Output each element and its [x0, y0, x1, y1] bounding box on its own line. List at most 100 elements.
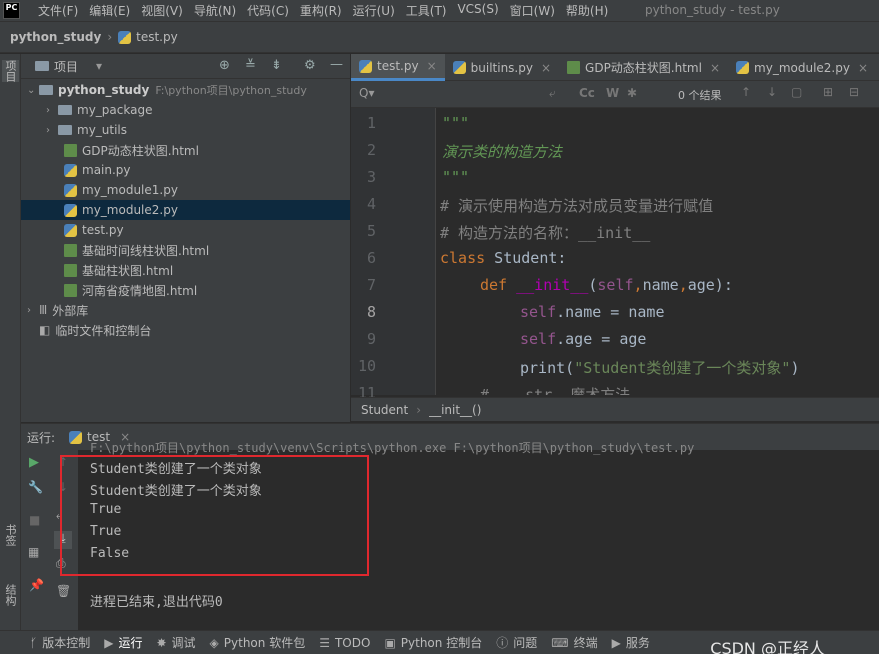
replace-icon[interactable]: ⤶ [549, 86, 556, 101]
tree-item-label: GDP动态柱状图.html [82, 143, 199, 158]
tree-item[interactable]: 基础时间线柱状图.html [21, 240, 350, 260]
stop-icon[interactable]: ■ [29, 513, 40, 527]
python-file-icon [736, 61, 750, 74]
chevron-right-icon[interactable]: › [46, 105, 58, 116]
html-file-icon [64, 263, 77, 277]
chevron-right-icon[interactable]: › [46, 125, 58, 136]
bottom-tab-label: 问题 [513, 636, 538, 650]
code-editor[interactable]: """ 演示类的构造方法 """ # 演示使用构造方法对成员变量进行赋值 # 构… [436, 108, 879, 395]
bottom-tab[interactable]: ⓘ 问题 [496, 634, 537, 651]
tree-item[interactable]: GDP动态柱状图.html [21, 140, 350, 160]
words-icon[interactable]: W [606, 86, 619, 100]
collapse-all-icon[interactable]: ⇟ [271, 58, 282, 73]
structure-tool-tab[interactable]: 结构 [2, 584, 19, 606]
menu-item[interactable]: 重构(R) [300, 2, 342, 19]
menu-item[interactable]: 视图(V) [141, 2, 183, 19]
project-panel-title[interactable]: 项目 [54, 58, 78, 75]
hide-icon[interactable]: — [330, 57, 343, 72]
nav-file[interactable]: test.py [136, 30, 178, 44]
gear-icon[interactable]: ⚙ [304, 58, 316, 73]
bottom-tab[interactable]: ▣ Python 控制台 [384, 634, 482, 651]
run-icon: ▶ [104, 635, 114, 650]
branch-icon: ᚶ [30, 635, 38, 650]
tree-item[interactable]: › my_package [21, 100, 350, 120]
find-bar: Q▾ ⤶ Cc W ✱ 0 个结果 ↑ ↓ ▢ ⊞ ⊟ [351, 81, 879, 108]
breadcrumb-class[interactable]: Student [361, 403, 408, 417]
scratches-and-consoles[interactable]: ◧ 临时文件和控制台 [39, 320, 151, 340]
tree-item[interactable]: 基础柱状图.html [21, 260, 350, 280]
layout-icon[interactable]: ▦ [28, 545, 39, 559]
external-libraries[interactable]: › Ⅲ 外部库 [27, 300, 88, 320]
bottom-tab[interactable]: ᚶ 版本控制 [30, 634, 90, 651]
breadcrumb-method[interactable]: __init__() [429, 403, 481, 417]
code-line-8: self.name = name [520, 303, 665, 321]
wrench-icon[interactable]: 🔧 [28, 480, 43, 494]
menu-item[interactable]: 文件(F) [38, 2, 78, 19]
menu-item[interactable]: 工具(T) [406, 2, 447, 19]
rerun-icon[interactable]: ▶ [29, 455, 39, 470]
bottom-tab[interactable]: ▶ 运行 [104, 634, 142, 651]
tree-item[interactable]: main.py [21, 160, 350, 180]
tree-item-label: 基础时间线柱状图.html [82, 243, 210, 258]
code-line-4: # 演示使用构造方法对成员变量进行赋值 [440, 197, 714, 215]
close-icon[interactable]: × [427, 59, 437, 73]
menu-item[interactable]: 导航(N) [194, 2, 236, 19]
menu-item[interactable]: VCS(S) [457, 2, 498, 19]
bottom-tab[interactable]: ⌨ 终端 [551, 634, 597, 651]
chevron-down-icon[interactable]: ▾ [96, 59, 102, 73]
bottom-tool-bar: ᚶ 版本控制 ▶ 运行 ✸ 调试 ◈ Python 软件包 ☰ TODO ▣ Python 控制台 ⓘ 问… [0, 630, 879, 654]
tree-item[interactable]: my_module2.py [21, 200, 350, 220]
menu-item[interactable]: 窗口(W) [510, 2, 555, 19]
arrow-up-icon[interactable]: ↑ [741, 85, 751, 99]
tree-root[interactable]: ⌄ python_study F:\python项目\python_study [27, 80, 307, 100]
tree-item[interactable]: my_module1.py [21, 180, 350, 200]
filter-icon[interactable]: ⊟ [849, 85, 859, 99]
menu-item[interactable]: 编辑(E) [89, 2, 130, 19]
editor-tab[interactable]: my_module2.py × [728, 54, 876, 81]
folder-icon [39, 85, 53, 95]
add-icon[interactable]: ⊞ [823, 85, 833, 99]
editor-tab[interactable]: test.py × [351, 54, 445, 81]
chevron-down-icon[interactable]: ⌄ [27, 85, 39, 96]
arrow-down-icon[interactable]: ↓ [767, 85, 777, 99]
line-number-gutter: 1 2 3 4 5 6 7 8 9 10 11 [351, 108, 436, 402]
match-case-icon[interactable]: Cc [579, 86, 595, 100]
code-line-5: # 构造方法的名称：__init__ [440, 224, 651, 242]
menu-item[interactable]: 代码(C) [247, 2, 289, 19]
nav-project[interactable]: python_study [10, 30, 101, 44]
bottom-tab[interactable]: ☰ TODO [319, 636, 370, 650]
project-tool-tab[interactable]: 项目 [2, 60, 19, 82]
expand-all-icon[interactable]: ≚ [245, 58, 256, 73]
tree-item[interactable]: 河南省疫情地图.html [21, 280, 350, 300]
menu-item[interactable]: 帮助(H) [566, 2, 608, 19]
tree-item-label: my_module2.py [82, 203, 178, 217]
close-icon[interactable]: × [858, 61, 868, 75]
problems-icon: ⓘ [496, 636, 509, 650]
close-icon[interactable]: × [710, 61, 720, 75]
console-command-line: F:\python项目\python_study\venv\Scripts\py… [90, 441, 695, 455]
bottom-tab[interactable]: ◈ Python 软件包 [210, 634, 306, 651]
scratches-icon: ◧ [39, 323, 51, 337]
pin-icon[interactable]: 📌 [29, 578, 44, 592]
select-all-icon[interactable]: ▢ [791, 85, 802, 99]
bottom-tab[interactable]: ✸ 调试 [156, 634, 195, 651]
bottom-tab-label: TODO [334, 635, 371, 650]
menu-item[interactable]: 运行(U) [353, 2, 395, 19]
tree-item[interactable]: › my_utils [21, 120, 350, 140]
editor-tab[interactable]: GDP动态柱状图.html × [559, 54, 728, 81]
html-file-icon [567, 61, 581, 74]
editor-tab[interactable]: builtins.py × [445, 54, 559, 81]
close-icon[interactable]: × [541, 61, 551, 75]
tree-item-label: my_module1.py [82, 183, 178, 197]
code-line-2: 演示类的构造方法 [442, 143, 563, 161]
search-icon[interactable]: Q▾ [359, 86, 374, 100]
trash-icon[interactable]: 🗑 [56, 584, 71, 598]
line-number: 1 [366, 114, 376, 132]
regex-icon[interactable]: ✱ [627, 86, 637, 100]
locate-icon[interactable]: ⊕ [219, 58, 230, 73]
bottom-tab[interactable]: ▶ 服务 [612, 634, 650, 651]
bookmarks-tool-tab[interactable]: 书签 [2, 524, 19, 546]
chevron-right-icon[interactable]: › [27, 305, 39, 316]
line-number: 2 [366, 141, 376, 159]
tree-item[interactable]: test.py [21, 220, 350, 240]
